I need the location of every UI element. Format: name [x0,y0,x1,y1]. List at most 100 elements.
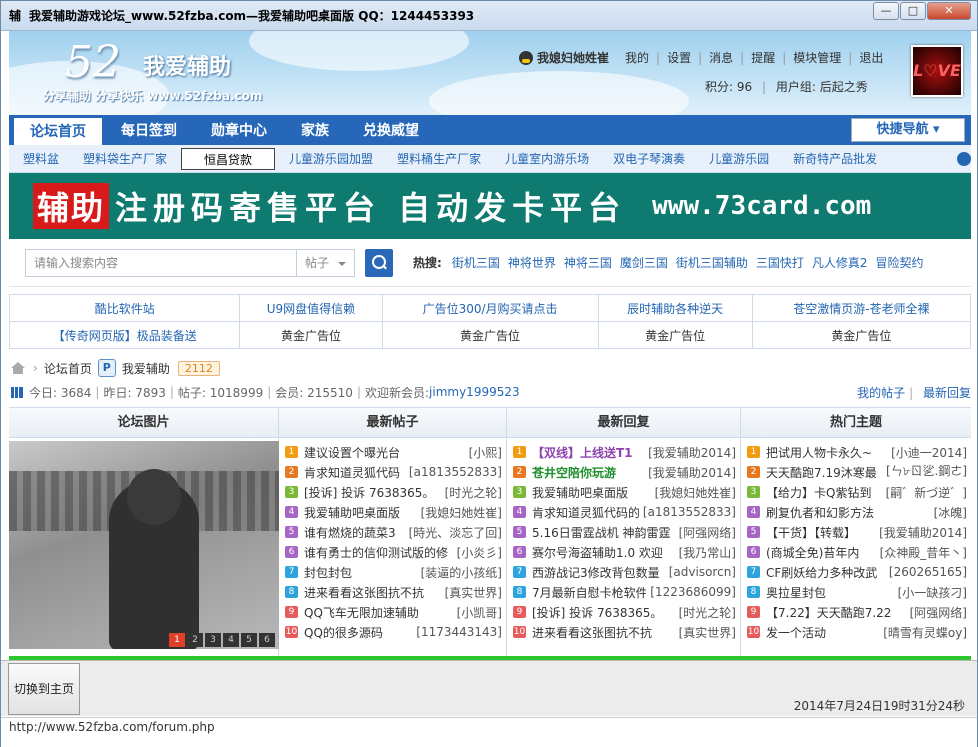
topic-title[interactable]: 【7.22】天天酷跑7.22 [766,604,906,621]
topic-title[interactable]: QQ飞车无限加速辅助 [304,604,453,621]
text-ad-link[interactable]: 酷比软件站 [9,294,241,322]
topic-title[interactable]: 西游战记3修改背包数量 [532,564,665,581]
topic-author[interactable]: [我媳妇她姓崔] [421,504,502,521]
subnav-item[interactable]: 塑料盆 [13,148,69,170]
messages-link[interactable]: 消息 [709,49,733,66]
topic-title[interactable]: 谁有燃烧的蔬菜3 [304,524,405,541]
logout-link[interactable]: 退出 [859,49,883,66]
subnav-item[interactable]: 儿童游乐园 [699,148,779,170]
switch-home-button[interactable]: 切换到主页 [8,663,80,715]
topic-author[interactable]: [我爱辅助2014] [648,464,736,481]
topic-author[interactable]: [冰魄] [934,504,967,521]
text-ad-link[interactable]: 黄金广告位 [239,321,383,349]
pager-dot[interactable]: 4 [223,633,239,647]
new-post-item[interactable]: 8 进来看看这张图抗不抗 [真实世界] [285,582,502,602]
hot-search-link[interactable]: 三国快打 [756,254,804,271]
hot-topic-item[interactable]: 3 【给力】卡Q紫钻到 [嗣゛新づ逆゛] [747,482,967,502]
topic-author[interactable]: [1223686099] [650,585,736,599]
pager-dot[interactable]: 3 [205,633,221,647]
topic-title[interactable]: 发一个活动 [766,624,879,641]
text-ad-link[interactable]: U9网盘值得信赖 [239,294,383,322]
hot-search-link[interactable]: 街机三国 [452,254,500,271]
hot-topic-item[interactable]: 8 奥拉星封包 [小一缺孩刁] [747,582,967,602]
topic-title[interactable]: 5.16日雷霆战机 神韵雷霆 [532,524,675,541]
module-manage-link[interactable]: 模块管理 [793,49,841,66]
topic-author[interactable]: [時光、淡忘了回] [409,524,502,541]
topic-title[interactable]: 赛尔号海盗辅助1.0 欢迎 [532,544,675,561]
topic-title[interactable]: QQ的很多源码 [304,624,412,641]
topic-title[interactable]: 【给力】卡Q紫钻到 [766,484,882,501]
text-ad-link[interactable]: 广告位300/月购买请点击 [381,294,599,322]
search-type-select[interactable]: 帖子 [297,248,355,277]
reply-item[interactable]: 6 赛尔号海盗辅助1.0 欢迎 [我乃常山] [513,542,736,562]
breadcrumb-forum[interactable]: 我爱辅助 [122,360,170,377]
topic-title[interactable]: 奥拉星封包 [766,584,894,601]
topic-author[interactable]: [我媳妇她姓崔] [655,484,736,501]
maximize-button[interactable]: □ [900,2,926,20]
site-logo-text[interactable]: 我爱辅助 [143,49,231,81]
new-post-item[interactable]: 4 我爱辅助吧桌面版 [我媳妇她姓崔] [285,502,502,522]
new-post-item[interactable]: 5 谁有燃烧的蔬菜3 [時光、淡忘了回] [285,522,502,542]
topic-author[interactable]: [260265165] [889,565,967,579]
new-post-item[interactable]: 9 QQ飞车无限加速辅助 [小凯哥] [285,602,502,622]
search-input[interactable]: 请输入搜索内容 [25,248,297,277]
subnav-item[interactable]: 儿童室内游乐场 [495,148,599,170]
new-post-item[interactable]: 3 [投诉] 投诉 7638365。 [时光之轮] [285,482,502,502]
topic-author[interactable]: [时光之轮] [445,484,502,501]
reply-item[interactable]: 1 【双线】上线送T1 [我爱辅助2014] [513,442,736,462]
topic-title[interactable]: 7月最新自慰卡枪软件 [532,584,646,601]
topic-title[interactable]: CF刷妖给力多种改武 [766,564,885,581]
hot-search-link[interactable]: 冒险契约 [876,254,924,271]
topic-author[interactable]: [我爱辅助2014] [648,444,736,461]
text-ad-link[interactable]: 黄金广告位 [597,321,753,349]
subnav-item[interactable]: 新奇特产品批发 [783,148,887,170]
pager-dot[interactable]: 5 [241,633,257,647]
forum-picture[interactable]: 1 2 3 4 5 6 [9,441,279,649]
topic-author[interactable]: [我爱辅助2014] [879,524,967,541]
new-post-item[interactable]: 2 肯求知道灵狐代码 [a1813552833] [285,462,502,482]
new-post-item[interactable]: 6 谁有勇士的信仰测试版的修 [小炎彡] [285,542,502,562]
subnav-item[interactable]: 塑料桶生产厂家 [387,148,491,170]
topic-author[interactable]: [小凯哥] [457,604,502,621]
home-icon[interactable] [11,362,25,374]
my-link[interactable]: 我的 [625,49,649,66]
topic-title[interactable]: 把试用人物卡永久~ [766,444,887,461]
pager-dot[interactable]: 2 [187,633,203,647]
topic-author[interactable]: [真实世界] [679,624,736,641]
usergroup-link[interactable]: 用户组: 后起之秀 [776,80,868,94]
topic-title[interactable]: [投诉] 投诉 7638365。 [532,604,675,621]
topic-author[interactable]: [a1813552833] [643,505,736,519]
hot-topic-item[interactable]: 5 【干货】【转载】 [我爱辅助2014] [747,522,967,542]
new-post-item[interactable]: 7 封包封包 [装逼的小孩纸] [285,562,502,582]
topic-author[interactable]: [装逼的小孩纸] [421,564,502,581]
hot-topic-item[interactable]: 4 刷复仇者和幻影方法 [冰魄] [747,502,967,522]
minimize-button[interactable]: — [873,2,899,20]
quick-nav-button[interactable]: 快捷导航 ▾ [851,118,965,142]
avatar[interactable]: L♡VE [911,45,963,97]
reply-item[interactable]: 9 [投诉] 投诉 7638365。 [时光之轮] [513,602,736,622]
subnav-item[interactable]: 塑料袋生产厂家 [73,148,177,170]
new-post-item[interactable]: 10 QQ的很多源码 [1173443143] [285,622,502,642]
topic-title[interactable]: (商城全免)苔年内 [766,544,876,561]
hot-topic-item[interactable]: 7 CF刷妖给力多种改武 [260265165] [747,562,967,582]
topic-author[interactable]: [晴雪有灵蝶oy] [883,624,967,641]
hot-search-link[interactable]: 神将三国 [564,254,612,271]
tab-forum-home[interactable]: 论坛首页 [13,117,103,145]
reply-item[interactable]: 2 苍井空陪你玩游 [我爱辅助2014] [513,462,736,482]
topic-title[interactable]: 谁有勇士的信仰测试版的修 [304,544,453,561]
latest-replies-link[interactable]: 最新回复 [923,386,971,400]
reply-item[interactable]: 3 我爱辅助吧桌面版 [我媳妇她姓崔] [513,482,736,502]
topic-title[interactable]: 【干货】【转载】 [766,524,875,541]
hot-topic-item[interactable]: 1 把试用人物卡永久~ [小迪一2014] [747,442,967,462]
topic-title[interactable]: 【双线】上线送T1 [532,444,644,461]
tab-exchange[interactable]: 兑换威望 [347,117,435,145]
topic-title[interactable]: 刷复仇者和幻影方法 [766,504,930,521]
ad-banner[interactable]: 辅助 注册码寄售平台 自动发卡平台 www.73card.com [9,173,971,239]
topic-author[interactable]: [阿强网络] [910,604,967,621]
settings-link[interactable]: 设置 [667,49,691,66]
text-ad-link[interactable]: 黄金广告位 [751,321,971,349]
reply-item[interactable]: 7 西游战记3修改背包数量 [advisorcn] [513,562,736,582]
topic-title[interactable]: 我爱辅助吧桌面版 [304,504,417,521]
tab-medals[interactable]: 勋章中心 [195,117,283,145]
text-ad-link[interactable]: 辰时辅助各种逆天 [597,294,753,322]
